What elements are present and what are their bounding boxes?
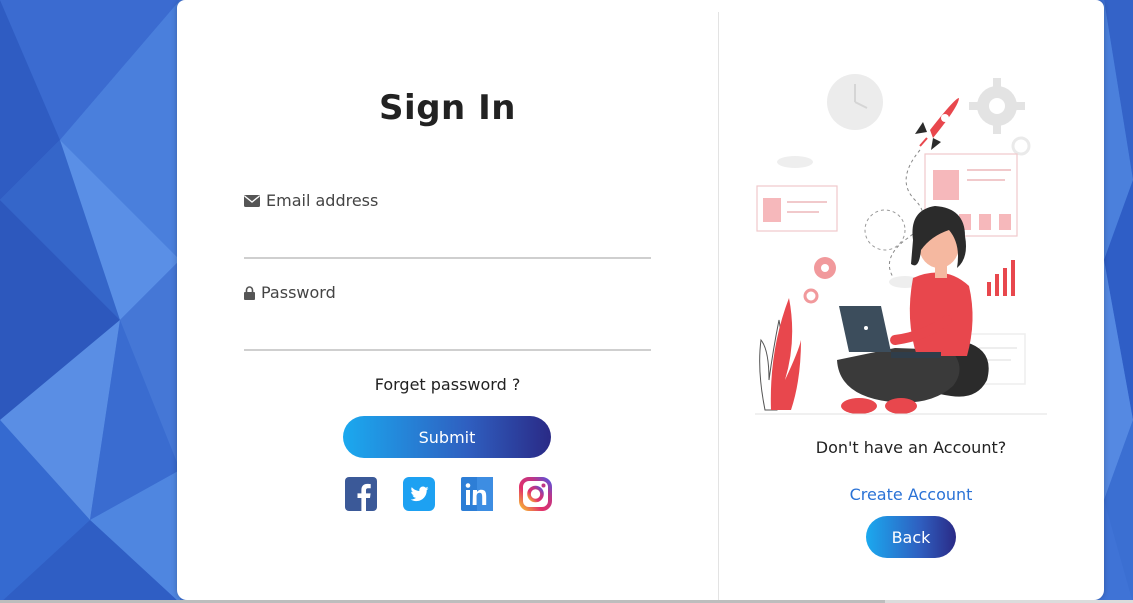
panel-divider [718,12,719,600]
login-card: Sign In Email address Password Forget pa… [177,0,1104,600]
card-left [756,185,838,232]
no-account-text: Don't have an Account? [815,438,1007,457]
linkedin-icon[interactable] [461,476,494,512]
create-account-link[interactable]: Create Account [718,485,1104,504]
email-input[interactable] [244,227,651,259]
page-title: Sign In [379,88,516,128]
password-label: Password [244,283,336,302]
gear-icon [969,78,1025,134]
facebook-icon[interactable] [345,476,378,512]
email-label-text: Email address [266,191,379,210]
small-gear-icon [1011,136,1031,156]
forget-password-link[interactable]: Forget password ? [177,375,718,394]
bar-chart-icon [987,260,1015,296]
twitter-icon[interactable] [403,476,436,512]
person-illustration [837,206,989,414]
illustration [755,74,1047,415]
lock-icon [244,285,255,300]
instagram-icon[interactable] [519,476,552,512]
back-button[interactable]: Back [866,516,956,558]
email-label: Email address [244,191,378,210]
social-links [345,476,552,512]
red-gear-icon [814,257,836,279]
envelope-icon [244,194,260,207]
submit-button[interactable]: Submit [343,416,551,458]
rocket-icon [915,98,959,150]
password-label-text: Password [261,283,336,302]
password-input[interactable] [244,319,651,351]
